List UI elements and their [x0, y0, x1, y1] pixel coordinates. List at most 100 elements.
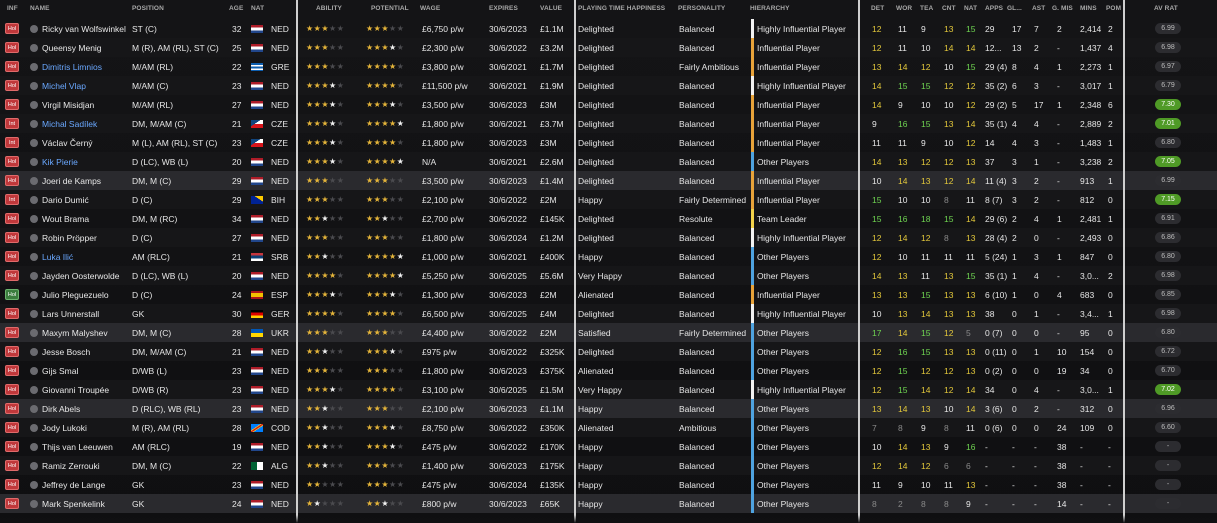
column-header-wage[interactable]: WAGE	[420, 5, 440, 12]
column-header-gls[interactable]: GL...	[1007, 5, 1022, 12]
player-row[interactable]: Hol Jody Lukoki M (R), AM (RL) 28 COD ★★★★★ ★★…	[0, 418, 1217, 437]
player-name[interactable]: Maxym Malyshev	[42, 328, 108, 338]
player-name[interactable]: Jayden Oosterwolde	[42, 271, 120, 281]
column-header-cnt[interactable]: CNT	[942, 5, 956, 12]
player-name[interactable]: Wout Brama	[42, 214, 89, 224]
player-row[interactable]: Hol Jesse Bosch DM, M/AM (C) 21 NED ★★★★★ ★★★★…	[0, 342, 1217, 361]
column-header-nat2[interactable]: NAT	[964, 5, 977, 12]
player-name[interactable]: Jesse Bosch	[42, 347, 90, 357]
player-name[interactable]: Virgil Misidjan	[42, 100, 94, 110]
player-row[interactable]: Hol Wout Brama DM, M (RC) 34 NED ★★★★★ ★★★★★ £2…	[0, 209, 1217, 228]
info-badge[interactable]: Int	[5, 194, 19, 205]
player-name[interactable]: Queensy Menig	[42, 43, 102, 53]
info-badge[interactable]: Hol	[5, 80, 19, 91]
info-badge[interactable]: Hol	[5, 327, 19, 338]
player-name[interactable]: Giovanni Troupée	[42, 385, 109, 395]
player-row[interactable]: Hol Michel Vlap M/AM (C) 23 NED ★★★★★ ★★★★★ £11…	[0, 76, 1217, 95]
player-row[interactable]: Hol Ricky van Wolfswinkel ST (C) 32 NED ★★★★★…	[0, 19, 1217, 38]
player-row[interactable]: Int Dario Dumić D (C) 29 BIH ★★★★★ ★★★★★ £2,100…	[0, 190, 1217, 209]
column-header-gmis[interactable]: G. MIS	[1052, 5, 1073, 12]
player-row[interactable]: Hol Giovanni Troupée D/WB (R) 23 NED ★★★★★ ★★★…	[0, 380, 1217, 399]
info-badge[interactable]: Int	[5, 137, 19, 148]
player-name[interactable]: Dimitris Limnios	[42, 62, 102, 72]
player-name[interactable]: Václav Černý	[42, 138, 93, 148]
player-row[interactable]: Hol Robin Pröpper D (C) 27 NED ★★★★★ ★★★★★ £1,8…	[0, 228, 1217, 247]
player-row[interactable]: Hol Lars Unnerstall GK 30 GER ★★★★★ ★★★★★ £6,50…	[0, 304, 1217, 323]
info-badge[interactable]: Hol	[5, 441, 19, 452]
column-header-potential[interactable]: POTENTIAL	[371, 5, 409, 12]
column-header-nat[interactable]: NAT	[251, 5, 264, 12]
info-badge[interactable]: Hol	[5, 308, 19, 319]
player-name[interactable]: Mark Spenkelink	[42, 499, 105, 509]
player-name[interactable]: Luka Ilić	[42, 252, 73, 262]
column-header-age[interactable]: AGE	[229, 5, 243, 12]
player-name[interactable]: Julio Pleguezuelo	[42, 290, 109, 300]
player-row[interactable]: Hol Queensy Menig M (R), AM (RL), ST (C) 25…	[0, 38, 1217, 57]
info-badge[interactable]: Int	[5, 118, 19, 129]
info-badge[interactable]: Hol	[5, 156, 19, 167]
column-header-happiness[interactable]: PLAYING TIME HAPPINESS	[578, 5, 665, 12]
column-header-ability[interactable]: ABILITY	[316, 5, 342, 12]
column-header-expires[interactable]: EXPIRES	[489, 5, 518, 12]
player-row[interactable]: Hol Thijs van Leeuwen AM (RLC) 19 NED ★★★★★ ★★…	[0, 437, 1217, 456]
player-row[interactable]: Hol Virgil Misidjan M/AM (RL) 27 NED ★★★★★ ★★★…	[0, 95, 1217, 114]
player-row[interactable]: Hol Jayden Oosterwolde D (LC), WB (L) 20 NED…	[0, 266, 1217, 285]
column-header-inf[interactable]: INF	[7, 5, 18, 12]
player-name[interactable]: Jeffrey de Lange	[42, 480, 105, 490]
info-badge[interactable]: Hol	[5, 61, 19, 72]
info-badge[interactable]: Hol	[5, 479, 19, 490]
column-header-tea[interactable]: TEA	[920, 5, 933, 12]
info-badge[interactable]: Hol	[5, 175, 19, 186]
info-badge[interactable]: Hol	[5, 42, 19, 53]
column-header-position[interactable]: POSITION	[132, 5, 164, 12]
info-badge[interactable]: Hol	[5, 251, 19, 262]
column-header-hierarchy[interactable]: HIERARCHY	[750, 5, 790, 12]
info-badge[interactable]: Hol	[5, 403, 19, 414]
player-row[interactable]: Hol Joeri de Kamps DM, M (C) 29 NED ★★★★★ ★★★★…	[0, 171, 1217, 190]
info-badge[interactable]: Hol	[5, 460, 19, 471]
player-row[interactable]: Int Václav Černý M (L), AM (RL), ST (C) 23 C…	[0, 133, 1217, 152]
column-header-apps[interactable]: APPS	[985, 5, 1003, 12]
player-row[interactable]: Hol Julio Pleguezuelo D (C) 24 ESP ★★★★★ ★★★★★…	[0, 285, 1217, 304]
info-badge[interactable]: Hol	[5, 270, 19, 281]
info-badge[interactable]: Hol	[5, 213, 19, 224]
player-row[interactable]: Hol Mark Spenkelink GK 24 NED ★★★★★ ★★★★★ £800 …	[0, 494, 1217, 513]
player-row[interactable]: Int Michal Sadílek DM, M/AM (C) 21 CZE ★★★★★ ★…	[0, 114, 1217, 133]
info-badge[interactable]: Hol	[5, 23, 19, 34]
player-name[interactable]: Michel Vlap	[42, 81, 86, 91]
player-name[interactable]: Lars Unnerstall	[42, 309, 99, 319]
player-row[interactable]: Hol Ramiz Zerrouki DM, M (C) 22 ALG ★★★★★ ★★★★…	[0, 456, 1217, 475]
info-badge[interactable]: Hol	[5, 422, 19, 433]
player-row[interactable]: Hol Dimitris Limnios M/AM (RL) 22 GRE ★★★★★ ★★…	[0, 57, 1217, 76]
info-badge[interactable]: Hol	[5, 232, 19, 243]
player-name[interactable]: Michal Sadílek	[42, 119, 97, 129]
column-header-avrat[interactable]: AV RAT	[1154, 5, 1178, 12]
column-header-mins[interactable]: MINS	[1080, 5, 1097, 12]
player-row[interactable]: Hol Dirk Abels D (RLC), WB (RL) 23 NED ★★★★★ ★…	[0, 399, 1217, 418]
player-row[interactable]: Hol Kik Pierie D (LC), WB (L) 20 NED ★★★★★ ★★★…	[0, 152, 1217, 171]
player-row[interactable]: Hol Jeffrey de Lange GK 23 NED ★★★★★ ★★★★★ £475…	[0, 475, 1217, 494]
info-badge[interactable]: Hol	[5, 99, 19, 110]
player-name[interactable]: Dario Dumić	[42, 195, 89, 205]
info-badge[interactable]: Hol	[5, 498, 19, 509]
player-name[interactable]: Ricky van Wolfswinkel	[42, 24, 126, 34]
column-header-ast[interactable]: AST	[1032, 5, 1045, 12]
player-name[interactable]: Kik Pierie	[42, 157, 78, 167]
player-name[interactable]: Dirk Abels	[42, 404, 80, 414]
player-name[interactable]: Ramiz Zerrouki	[42, 461, 100, 471]
player-row[interactable]: Hol Gijs Smal D/WB (L) 23 NED ★★★★★ ★★★★★ £1,80…	[0, 361, 1217, 380]
player-row[interactable]: Hol Luka Ilić AM (RLC) 21 SRB ★★★★★ ★★★★★ £1,00…	[0, 247, 1217, 266]
column-header-det[interactable]: DET	[871, 5, 884, 12]
info-badge[interactable]: Hol	[5, 289, 19, 300]
player-row[interactable]: Hol Maxym Malyshev DM, M (C) 28 UKR ★★★★★ ★★★★…	[0, 323, 1217, 342]
player-name[interactable]: Jody Lukoki	[42, 423, 87, 433]
player-name[interactable]: Joeri de Kamps	[42, 176, 101, 186]
info-badge[interactable]: Hol	[5, 346, 19, 357]
player-name[interactable]: Gijs Smal	[42, 366, 78, 376]
info-badge[interactable]: Hol	[5, 365, 19, 376]
column-header-wor[interactable]: WOR	[896, 5, 912, 12]
player-name[interactable]: Thijs van Leeuwen	[42, 442, 113, 452]
column-header-pom[interactable]: POM	[1106, 5, 1121, 12]
column-header-personality[interactable]: PERSONALITY	[678, 5, 725, 12]
player-name[interactable]: Robin Pröpper	[42, 233, 97, 243]
